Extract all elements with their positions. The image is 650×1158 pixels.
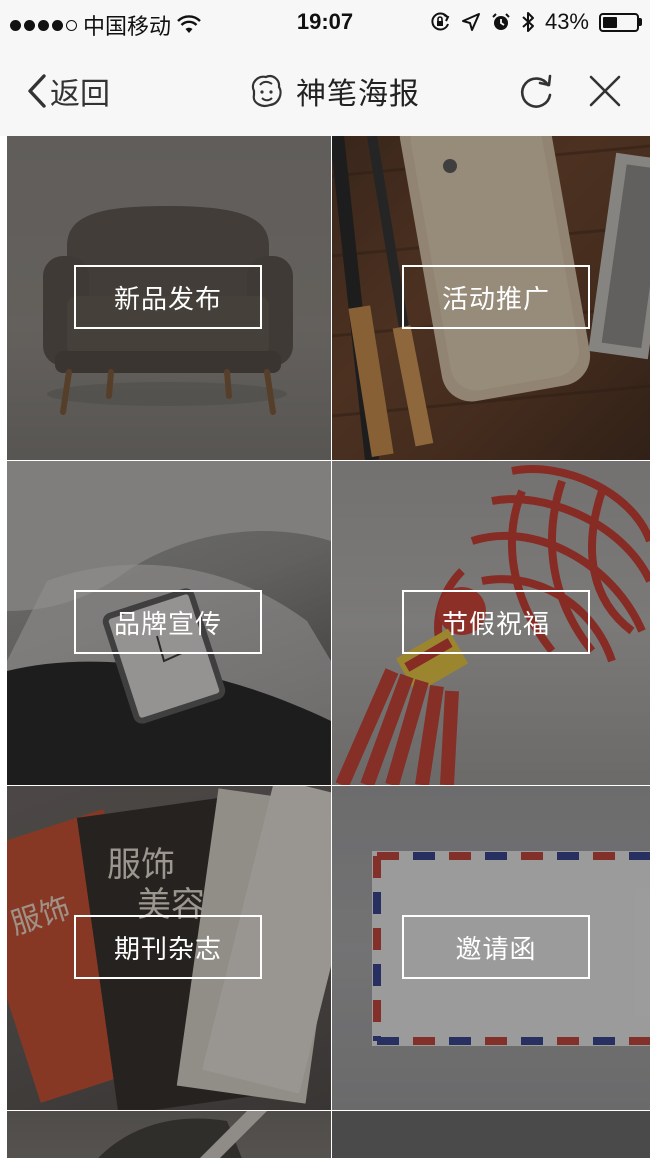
status-right: 43% — [429, 9, 642, 35]
category-label-box: 期刊杂志 — [74, 915, 262, 979]
category-tile-invitation[interactable]: 邀请函 — [332, 786, 650, 1110]
battery-icon — [599, 12, 642, 32]
category-label: 节假祝福 — [441, 609, 550, 640]
category-label-box: 邀请函 — [402, 915, 590, 979]
partial-photo — [332, 1111, 650, 1158]
back-button[interactable]: 返回 — [26, 66, 110, 116]
category-tile-magazine[interactable]: 服饰 美容 服饰 期刊杂志 — [7, 786, 331, 1110]
battery-fill — [603, 16, 617, 28]
category-label-box: 新品发布 — [74, 265, 262, 329]
close-icon[interactable] — [586, 72, 624, 110]
brush-face-logo-icon — [251, 75, 282, 107]
category-tile-new-product[interactable]: 新品发布 — [7, 136, 331, 460]
page-title: 神笔海报 — [246, 66, 420, 116]
tile-overlay — [7, 1111, 331, 1158]
category-tile-brand[interactable]: 品牌宣传 — [7, 461, 331, 785]
alarm-icon — [492, 13, 510, 30]
battery-percent: 43% — [544, 9, 589, 34]
orientation-lock-icon — [431, 12, 450, 31]
nav-bar: 返回 神笔海报 — [0, 46, 650, 136]
category-label: 新品发布 — [113, 284, 222, 315]
bluetooth-icon — [522, 12, 534, 32]
chevron-left-icon — [28, 74, 46, 108]
category-tile-holiday[interactable]: 节假祝福 — [332, 461, 650, 785]
category-tile-more[interactable] — [7, 1111, 331, 1158]
category-label: 期刊杂志 — [113, 934, 222, 965]
location-icon — [461, 13, 480, 31]
refresh-icon[interactable] — [516, 71, 556, 111]
category-label: 品牌宣传 — [113, 609, 222, 640]
category-label-box: 活动推广 — [402, 265, 590, 329]
category-label-box: 品牌宣传 — [74, 590, 262, 654]
category-label-box: 节假祝福 — [402, 590, 590, 654]
category-tile-promotion[interactable]: 活动推广 — [332, 136, 650, 460]
category-label: 邀请函 — [455, 934, 537, 965]
title-label: 神笔海报 — [296, 77, 420, 112]
status-bar: 中国移动 19:07 43% — [0, 0, 650, 46]
category-label: 活动推广 — [441, 284, 550, 315]
category-grid: 新品发布 活动推广 品牌宣传 节假祝福 服饰 美容 服饰 期刊杂志 邀请函 — [7, 136, 650, 1158]
category-tile-more[interactable] — [332, 1111, 650, 1158]
back-label: 返回 — [50, 77, 110, 112]
